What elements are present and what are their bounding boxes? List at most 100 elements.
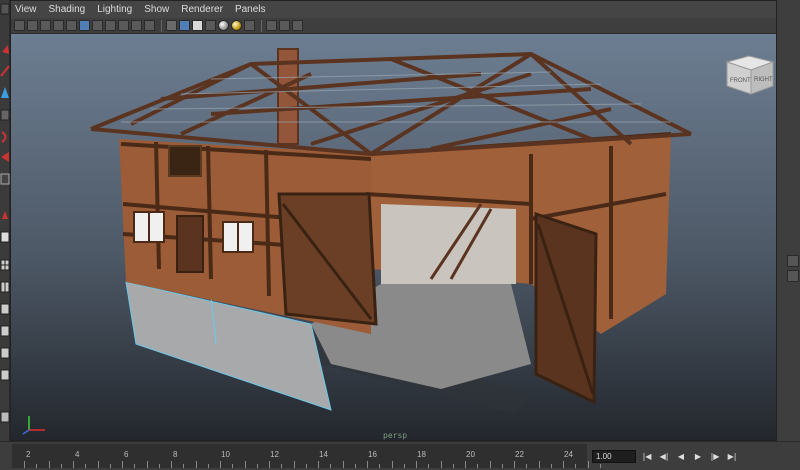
resolution-gate-icon[interactable] xyxy=(92,20,103,31)
time-tick xyxy=(318,461,319,468)
time-tick xyxy=(232,464,234,468)
xray-icon[interactable] xyxy=(279,20,290,31)
layer-editor-toggle-icon[interactable] xyxy=(787,270,799,282)
time-tick xyxy=(146,461,148,468)
time-tick xyxy=(122,461,123,468)
time-tick xyxy=(36,464,38,468)
textured-icon[interactable] xyxy=(205,20,216,31)
select-camera-icon[interactable] xyxy=(14,20,25,31)
view-cube[interactable]: FRONT RIGHT xyxy=(723,48,776,96)
tick-label: 16 xyxy=(368,450,377,459)
current-frame-field[interactable]: 1.00 xyxy=(592,450,636,463)
layout-two-icon[interactable] xyxy=(0,280,10,294)
layout-script-icon[interactable] xyxy=(0,368,10,382)
layout-outliner-icon[interactable] xyxy=(0,302,10,316)
time-tick xyxy=(183,464,185,468)
time-tick xyxy=(354,464,356,468)
safe-action-icon[interactable] xyxy=(131,20,142,31)
time-tick xyxy=(330,464,332,468)
wireframe-on-shaded-icon[interactable] xyxy=(192,20,203,31)
tick-label: 6 xyxy=(124,450,129,459)
soft-mod-tool-icon[interactable] xyxy=(0,172,10,186)
default-lighting-icon[interactable] xyxy=(218,20,229,31)
image-plane-icon[interactable] xyxy=(53,20,64,31)
layout-custom-icon[interactable] xyxy=(0,410,10,424)
menu-view[interactable]: View xyxy=(15,4,37,15)
lasso-tool-icon[interactable] xyxy=(0,42,10,56)
time-tick xyxy=(73,461,74,468)
menu-shading[interactable]: Shading xyxy=(49,4,86,15)
isolate-select-icon[interactable] xyxy=(266,20,277,31)
all-lights-icon[interactable] xyxy=(231,20,242,31)
field-chart-icon[interactable] xyxy=(118,20,129,31)
move-tool-icon[interactable] xyxy=(0,86,10,100)
maya-window: View Shading Lighting Show Renderer Pane… xyxy=(0,0,800,470)
last-tool-icon[interactable] xyxy=(0,208,10,222)
layout-persp-icon[interactable] xyxy=(0,346,10,360)
layout-graph-icon[interactable] xyxy=(0,324,10,338)
gate-mask-icon[interactable] xyxy=(105,20,116,31)
step-forward-button[interactable]: |▶ xyxy=(708,451,722,463)
time-tick xyxy=(134,464,136,468)
time-tick xyxy=(538,461,540,468)
time-tick xyxy=(281,464,283,468)
time-tick xyxy=(158,464,160,468)
perspective-viewport[interactable]: FRONT RIGHT persp xyxy=(11,34,776,440)
camera-attributes-icon[interactable] xyxy=(27,20,38,31)
tick-label: 20 xyxy=(466,450,475,459)
menu-show[interactable]: Show xyxy=(144,4,169,15)
time-tick xyxy=(85,464,87,468)
wireframe-icon[interactable] xyxy=(166,20,177,31)
time-tick xyxy=(465,461,466,468)
time-tick xyxy=(97,461,99,468)
tick-label: 14 xyxy=(319,450,328,459)
tick-label: 18 xyxy=(417,450,426,459)
tick-label: 12 xyxy=(270,450,279,459)
select-tool-icon[interactable] xyxy=(0,2,10,16)
play-backwards-button[interactable]: ◀ xyxy=(674,451,688,463)
time-tick xyxy=(207,464,209,468)
xray-joints-icon[interactable] xyxy=(292,20,303,31)
layout-single-icon[interactable] xyxy=(0,230,10,244)
smooth-shade-icon[interactable] xyxy=(179,20,190,31)
tick-label: 24 xyxy=(564,450,573,459)
grid-toggle-icon[interactable] xyxy=(79,20,90,31)
time-tick xyxy=(293,461,295,468)
time-ruler[interactable]: 2 4 6 8 10 12 14 16 18 20 22 24 xyxy=(12,444,601,468)
tool-box xyxy=(0,0,10,470)
menu-renderer[interactable]: Renderer xyxy=(181,4,223,15)
menu-lighting[interactable]: Lighting xyxy=(97,4,132,15)
rotate-tool-icon[interactable] xyxy=(0,108,10,122)
time-tick xyxy=(256,464,258,468)
play-forwards-button[interactable]: ▶ xyxy=(691,451,705,463)
panel-menu-bar: View Shading Lighting Show Renderer Pane… xyxy=(11,1,776,18)
bookmark-icon[interactable] xyxy=(40,20,51,31)
tick-label: 22 xyxy=(515,450,524,459)
tick-label: 4 xyxy=(75,450,80,459)
house-model-scene[interactable] xyxy=(11,34,776,440)
time-tick xyxy=(220,461,221,468)
time-tick xyxy=(391,461,393,468)
time-tick xyxy=(575,464,577,468)
camera-name-label: persp xyxy=(383,431,408,440)
time-tick xyxy=(440,461,442,468)
channel-box-toggle-icon[interactable] xyxy=(787,255,799,267)
layout-four-icon[interactable] xyxy=(0,258,10,272)
viewcube-right-label: RIGHT xyxy=(754,77,773,83)
safe-title-icon[interactable] xyxy=(144,20,155,31)
time-tick xyxy=(416,461,417,468)
film-gate-icon[interactable] xyxy=(66,20,77,31)
tick-label: 2 xyxy=(26,450,31,459)
manipulator-tool-icon[interactable] xyxy=(0,150,10,164)
go-to-start-button[interactable]: |◀ xyxy=(640,451,654,463)
paint-tool-icon[interactable] xyxy=(0,64,10,78)
shadows-icon[interactable] xyxy=(244,20,255,31)
scale-tool-icon[interactable] xyxy=(0,130,10,144)
menu-panels[interactable]: Panels xyxy=(235,4,266,15)
step-back-button[interactable]: ◀| xyxy=(657,451,671,463)
time-tick xyxy=(60,464,62,468)
time-tick xyxy=(305,464,307,468)
time-tick xyxy=(269,461,270,468)
time-tick xyxy=(48,461,50,468)
go-to-end-button[interactable]: ▶| xyxy=(725,451,739,463)
